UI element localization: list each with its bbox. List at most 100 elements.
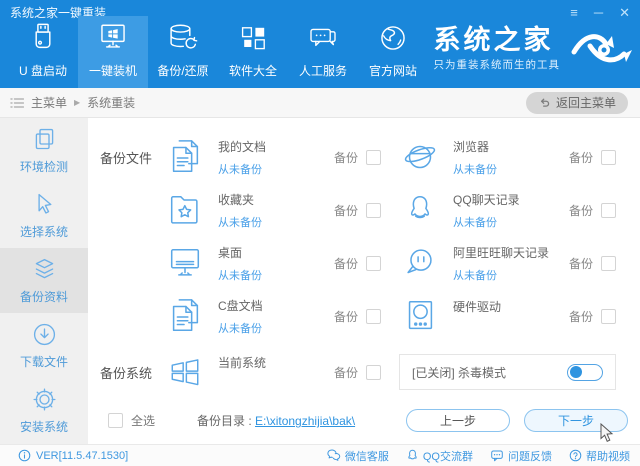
antivirus-toggle[interactable]: [567, 364, 603, 381]
item-status: 从未备份: [453, 214, 569, 230]
nav-label: 人工服务: [299, 62, 347, 79]
nav-label: 官方网站: [369, 62, 417, 79]
backup-system-label: 备份系统: [100, 363, 164, 382]
backup-item-current-system: 当前系统 备份: [164, 349, 395, 395]
globe-icon: [376, 21, 410, 55]
footer-link-feedback[interactable]: 问题反馈: [490, 448, 552, 464]
backup-checkbox[interactable]: [366, 256, 381, 271]
backup-checkbox[interactable]: [601, 150, 616, 165]
download-icon: [31, 321, 58, 348]
select-all-control[interactable]: 全选: [108, 412, 155, 429]
item-name: 当前系统: [218, 354, 334, 371]
backup-item-favorites: 收藏夹 从未备份 备份: [164, 187, 395, 233]
previous-step-button[interactable]: 上一步: [406, 409, 510, 432]
nav-item-website[interactable]: 官方网站: [358, 16, 428, 88]
sidebar-item-download-files[interactable]: 下载文件: [0, 313, 88, 378]
qq-small-icon: [406, 449, 419, 462]
footer-link-label: 帮助视频: [586, 448, 630, 464]
layers-icon: [31, 256, 58, 283]
cursor-arrow-icon: [31, 191, 58, 218]
nav-label: 备份/还原: [157, 62, 208, 79]
backup-item-hardware-drivers: 硬件驱动 备份: [399, 293, 630, 339]
select-all-checkbox[interactable]: [108, 413, 123, 428]
select-all-label: 全选: [131, 412, 155, 429]
item-status: 从未备份: [218, 161, 334, 177]
nav-label: 软件大全: [229, 62, 277, 79]
qq-icon: [399, 189, 441, 231]
sidebar-item-select-system[interactable]: 选择系统: [0, 183, 88, 248]
feedback-bubble-icon: [490, 449, 504, 462]
app-window: 系统之家一键重装 ≡ ─ ✕ U 盘启动: [0, 0, 640, 466]
sidebar-item-label: 环境检测: [20, 158, 68, 175]
menu-list-icon: [10, 97, 24, 109]
nav-item-one-click-install[interactable]: 一键装机: [78, 16, 148, 88]
footer-link-label: 微信客服: [345, 448, 389, 464]
browser-icon: [399, 136, 441, 178]
backup-item-my-documents: 我的文档 从未备份 备份: [164, 134, 395, 180]
back-arrow-icon: [538, 96, 551, 109]
windows-logo-icon: [164, 352, 206, 392]
footer-link-label: 问题反馈: [508, 448, 552, 464]
backup-label: 备份: [334, 149, 358, 166]
version-label: VER[11.5.47.1530]: [36, 450, 128, 462]
software-grid-icon: [237, 21, 269, 55]
aliwangwang-icon: [399, 242, 441, 284]
backup-dir-link[interactable]: E:\xitongzhijia\bak\: [255, 414, 355, 428]
minimize-icon[interactable]: ─: [594, 7, 603, 19]
nav-item-software[interactable]: 软件大全: [218, 16, 288, 88]
nav-label: 一键装机: [89, 62, 137, 79]
backup-checkbox[interactable]: [366, 309, 381, 324]
item-name: 收藏夹: [218, 191, 334, 208]
chat-service-icon: [305, 21, 341, 55]
backup-checkbox[interactable]: [601, 203, 616, 218]
usb-drive-icon: [26, 21, 60, 55]
window-menu-icon[interactable]: ≡: [570, 7, 578, 19]
backup-label: 备份: [334, 202, 358, 219]
backup-item-desktop: 桌面 从未备份 备份: [164, 240, 395, 286]
footer-link-help-videos[interactable]: 帮助视频: [569, 448, 630, 464]
item-name: 阿里旺旺聊天记录: [453, 244, 569, 261]
database-restore-icon: [165, 21, 201, 55]
backup-label: 备份: [569, 149, 593, 166]
next-step-button[interactable]: 下一步: [524, 409, 628, 432]
backup-item-c-drive-docs: C盘文档 从未备份 备份: [164, 293, 395, 339]
nav-item-support[interactable]: 人工服务: [288, 16, 358, 88]
sidebar-item-install-system[interactable]: 安装系统: [0, 378, 88, 443]
main-nav: U 盘启动 一键装机: [8, 16, 428, 88]
backup-checkbox[interactable]: [366, 150, 381, 165]
backup-label: 备份: [569, 202, 593, 219]
footer-link-wechat-support[interactable]: 微信客服: [327, 448, 389, 464]
sidebar-item-backup-data[interactable]: 备份资料: [0, 248, 88, 313]
item-status: 从未备份: [218, 320, 334, 336]
close-icon[interactable]: ✕: [619, 7, 630, 19]
footer: VER[11.5.47.1530] 微信客服 QQ交流群: [0, 444, 640, 466]
backup-item-aliwangwang-chat: 阿里旺旺聊天记录 从未备份 备份: [399, 240, 630, 286]
backup-checkbox[interactable]: [601, 309, 616, 324]
env-check-icon: [31, 126, 58, 153]
backup-checkbox[interactable]: [366, 365, 381, 380]
backup-label: 备份: [334, 364, 358, 381]
backup-label: 备份: [334, 308, 358, 325]
nav-item-usb-boot[interactable]: U 盘启动: [8, 16, 78, 88]
backup-files-label: 备份文件: [100, 134, 164, 339]
brand-tagline: 只为重装系统而生的工具: [434, 57, 561, 72]
sidebar-item-label: 安装系统: [20, 418, 68, 435]
breadcrumb-root[interactable]: 主菜单: [31, 94, 67, 111]
sidebar-item-env-check[interactable]: 环境检测: [0, 118, 88, 183]
back-button-label: 返回主菜单: [556, 94, 616, 111]
footer-link-label: QQ交流群: [423, 448, 473, 464]
backup-checkbox[interactable]: [366, 203, 381, 218]
footer-link-qq-group[interactable]: QQ交流群: [406, 448, 473, 464]
breadcrumb: 主菜单 ▶ 系统重装 返回主菜单: [0, 88, 640, 118]
header: 系统之家一键重装 ≡ ─ ✕ U 盘启动: [0, 0, 640, 88]
hardware-driver-icon: [399, 295, 441, 337]
item-name: 浏览器: [453, 138, 569, 155]
back-to-main-menu-button[interactable]: 返回主菜单: [526, 92, 628, 114]
backup-files-section: 备份文件 我的文档 从未备份: [100, 134, 630, 339]
item-status: 从未备份: [453, 267, 569, 283]
folder-star-icon: [164, 189, 206, 231]
c-drive-documents-icon: [164, 295, 206, 337]
nav-item-backup-restore[interactable]: 备份/还原: [148, 16, 218, 88]
item-status: 从未备份: [218, 267, 334, 283]
backup-checkbox[interactable]: [601, 256, 616, 271]
